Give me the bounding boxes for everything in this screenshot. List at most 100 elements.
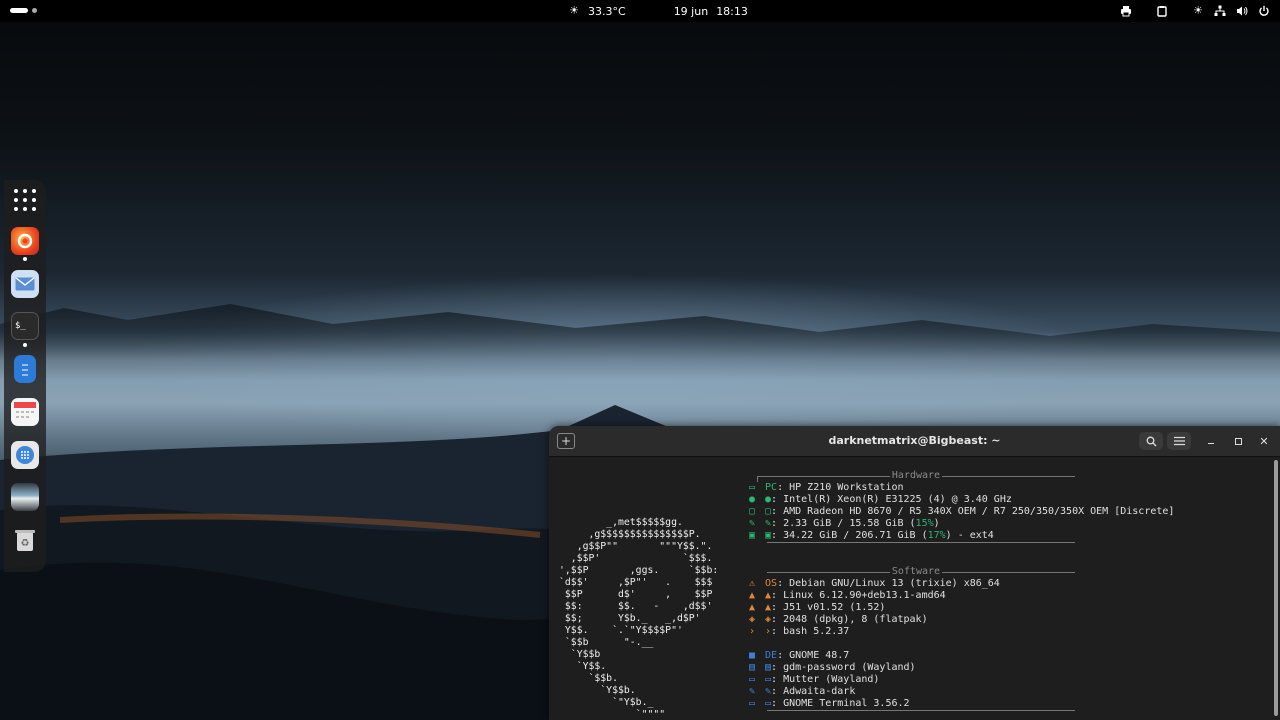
ascii-art-line: ,$$P' `$$$. <box>559 553 713 564</box>
brightness-icon[interactable]: ☀ <box>1192 5 1204 17</box>
terminal-launcher[interactable]: $_ <box>11 312 39 340</box>
tree-bullet: ▣ <box>759 530 772 541</box>
image-viewer-launcher[interactable] <box>11 483 39 511</box>
info-row: ◈ ◈: 2048 (dpkg), 8 (flatpak) <box>745 614 1075 626</box>
calendar-launcher[interactable] <box>11 398 39 426</box>
clipboard-icon[interactable] <box>1156 5 1168 17</box>
svg-text:♻: ♻ <box>21 538 30 549</box>
software-section: Software ⚠ OS: Debian GNU/Linux 13 (trix… <box>749 566 1075 711</box>
sun-icon: ☀ <box>569 4 579 17</box>
tree-bullet: ▤ <box>759 662 772 673</box>
info-value: Intel(R) Xeon(R) E31225 (4) @ 3.40 GHz <box>783 494 1012 505</box>
mail-icon <box>15 277 35 291</box>
info-value: 2.33 GiB / 15.58 GiB ( <box>783 518 916 529</box>
clock-weather[interactable]: ☀ 33.3°C 19 jun 18:13 <box>568 0 748 22</box>
info-value: Adwaita-dark <box>783 686 856 697</box>
usage-percent: 17% <box>927 530 946 541</box>
info-value: J51 v01.52 (1.52) <box>783 602 886 613</box>
info-value-suffix: ) - ext4 <box>945 530 994 541</box>
firefox-running-indicator <box>23 257 27 261</box>
tree-bullet: ● <box>759 494 772 505</box>
close-icon: ✕ <box>1259 434 1269 448</box>
firefox-icon <box>17 233 33 249</box>
clock-time: 18:13 <box>716 4 748 18</box>
ascii-art-line: ,g$$P"" """Y$$.". <box>559 541 713 552</box>
info-value: AMD Radeon HD 8670 / R5 340X OEM / R7 25… <box>783 506 1175 517</box>
ascii-art-line: ',$$P ,ggs. `$$b: <box>559 565 719 576</box>
info-key: DE <box>759 650 778 661</box>
terminal-headerbar[interactable]: + darknetmatrix@Bigbeast: ~ ✕ <box>549 426 1280 457</box>
terminal-output[interactable]: _,met$$$$$gg. ,g$$$$$$$$$$$$$$$P. ,g$$P"… <box>549 456 1274 720</box>
ascii-art-line: `$$b. <box>559 673 618 684</box>
text-editor-launcher[interactable] <box>14 355 36 383</box>
info-row: ■ DE: GNOME 48.7 <box>745 650 1075 662</box>
terminal-scrollbar[interactable] <box>1274 460 1278 716</box>
volume-icon[interactable] <box>1236 5 1248 17</box>
hardware-section: Hardware ▭ PC: HP Z210 Workstation ● ●: I… <box>749 470 1175 543</box>
ascii-art-line: $$P d$' , $$P <box>559 589 713 600</box>
show-apps-button[interactable] <box>11 186 39 214</box>
info-row: ▭ ▭: GNOME Terminal 3.56.2 <box>745 698 1075 710</box>
maximize-icon <box>1234 437 1242 445</box>
software-icon <box>16 446 34 464</box>
hardware-heading: Hardware <box>889 470 943 481</box>
packages-icon: ◈ <box>748 614 756 625</box>
info-row: ▣ ▣: 34.22 GiB / 206.71 GiB (17%) - ext4 <box>745 530 1174 542</box>
wallpaper-cloud-band <box>0 304 1280 380</box>
kernel2-icon: ▲ <box>748 602 756 613</box>
info-value-suffix: ) <box>933 518 940 529</box>
workspace-dot <box>32 8 37 13</box>
tree-bullet: ✎ <box>759 518 772 529</box>
info-row: ▤ ▤: gdm-password (Wayland) <box>745 662 1075 674</box>
terminal-icon: $_ <box>15 321 26 331</box>
minimize-icon <box>1208 443 1214 444</box>
tree-bullet: ▢ <box>759 506 772 517</box>
os-icon: ⚠ <box>748 578 756 589</box>
info-value: 34.22 GiB / 206.71 GiB ( <box>783 530 928 541</box>
tree-bullet: ▭ <box>759 674 772 685</box>
new-tab-icon: + <box>560 434 572 448</box>
search-button[interactable] <box>1139 432 1163 450</box>
network-icon[interactable] <box>1214 5 1226 17</box>
new-tab-button[interactable]: + <box>557 433 575 449</box>
dash-dock: $_ ♻ <box>4 180 46 572</box>
ascii-art-line: `d$$' ,$P"' . $$$ <box>559 577 713 588</box>
trash-launcher[interactable]: ♻ <box>11 526 39 554</box>
top-bar: ☀ 33.3°C 19 jun 18:13 ☀ <box>0 0 1280 22</box>
info-key: OS <box>759 578 778 589</box>
info-row: ⚠ OS: Debian GNU/Linux 13 (trixie) x86_6… <box>745 578 1075 590</box>
wm-icon: ▭ <box>748 674 756 685</box>
info-row: ✎ ✎: Adwaita-dark <box>745 686 1075 698</box>
info-row: ▲ ▲: Linux 6.12.90+deb13.1-amd64 <box>745 590 1075 602</box>
usage-percent: 15% <box>915 518 934 529</box>
info-row: ✎ ✎: 2.33 GiB / 15.58 GiB (15%) <box>745 518 1174 530</box>
terminal-window[interactable]: + darknetmatrix@Bigbeast: ~ ✕ _,met$$$$$… <box>549 426 1280 720</box>
printer-icon[interactable] <box>1120 5 1132 17</box>
workspace-active-pill <box>10 8 28 13</box>
cpu-icon: ● <box>748 494 756 505</box>
info-value: bash 5.2.37 <box>783 626 850 637</box>
info-value: Debian GNU/Linux 13 (trixie) x86_64 <box>789 578 1000 589</box>
info-row: ▭ ▭: Mutter (Wayland) <box>745 674 1075 686</box>
hamburger-menu-button[interactable] <box>1167 432 1191 450</box>
maximize-button[interactable] <box>1229 432 1247 450</box>
activities-indicator[interactable] <box>10 8 37 13</box>
info-value: gdm-password (Wayland) <box>783 662 916 673</box>
pc-icon: ▭ <box>748 482 756 493</box>
info-value: 2048 (dpkg), 8 (flatpak) <box>783 614 928 625</box>
mail-launcher[interactable] <box>11 270 39 298</box>
trash-icon: ♻ <box>15 530 35 551</box>
software-launcher[interactable] <box>11 441 39 469</box>
info-value: Linux 6.12.90+deb13.1-amd64 <box>783 590 946 601</box>
close-button[interactable]: ✕ <box>1255 432 1273 450</box>
ascii-art-line: `"Y$b._ <box>559 697 654 708</box>
ascii-art-line: `Y$$b <box>559 649 601 660</box>
tree-bullet: ✎ <box>759 686 772 697</box>
minimize-button[interactable] <box>1202 432 1220 450</box>
firefox-launcher[interactable] <box>11 227 39 255</box>
tree-bullet: ▲ <box>759 602 772 613</box>
search-icon <box>1146 436 1156 446</box>
menu-icon <box>1173 436 1185 446</box>
power-icon[interactable] <box>1258 5 1270 17</box>
terminal-running-indicator <box>23 343 27 347</box>
